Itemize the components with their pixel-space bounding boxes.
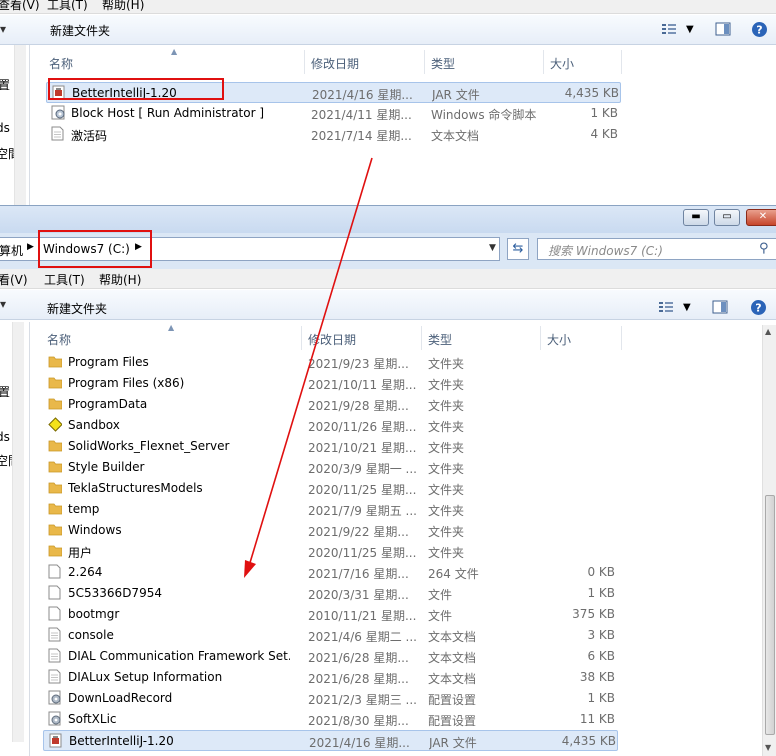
annotation-arrow	[244, 157, 373, 578]
